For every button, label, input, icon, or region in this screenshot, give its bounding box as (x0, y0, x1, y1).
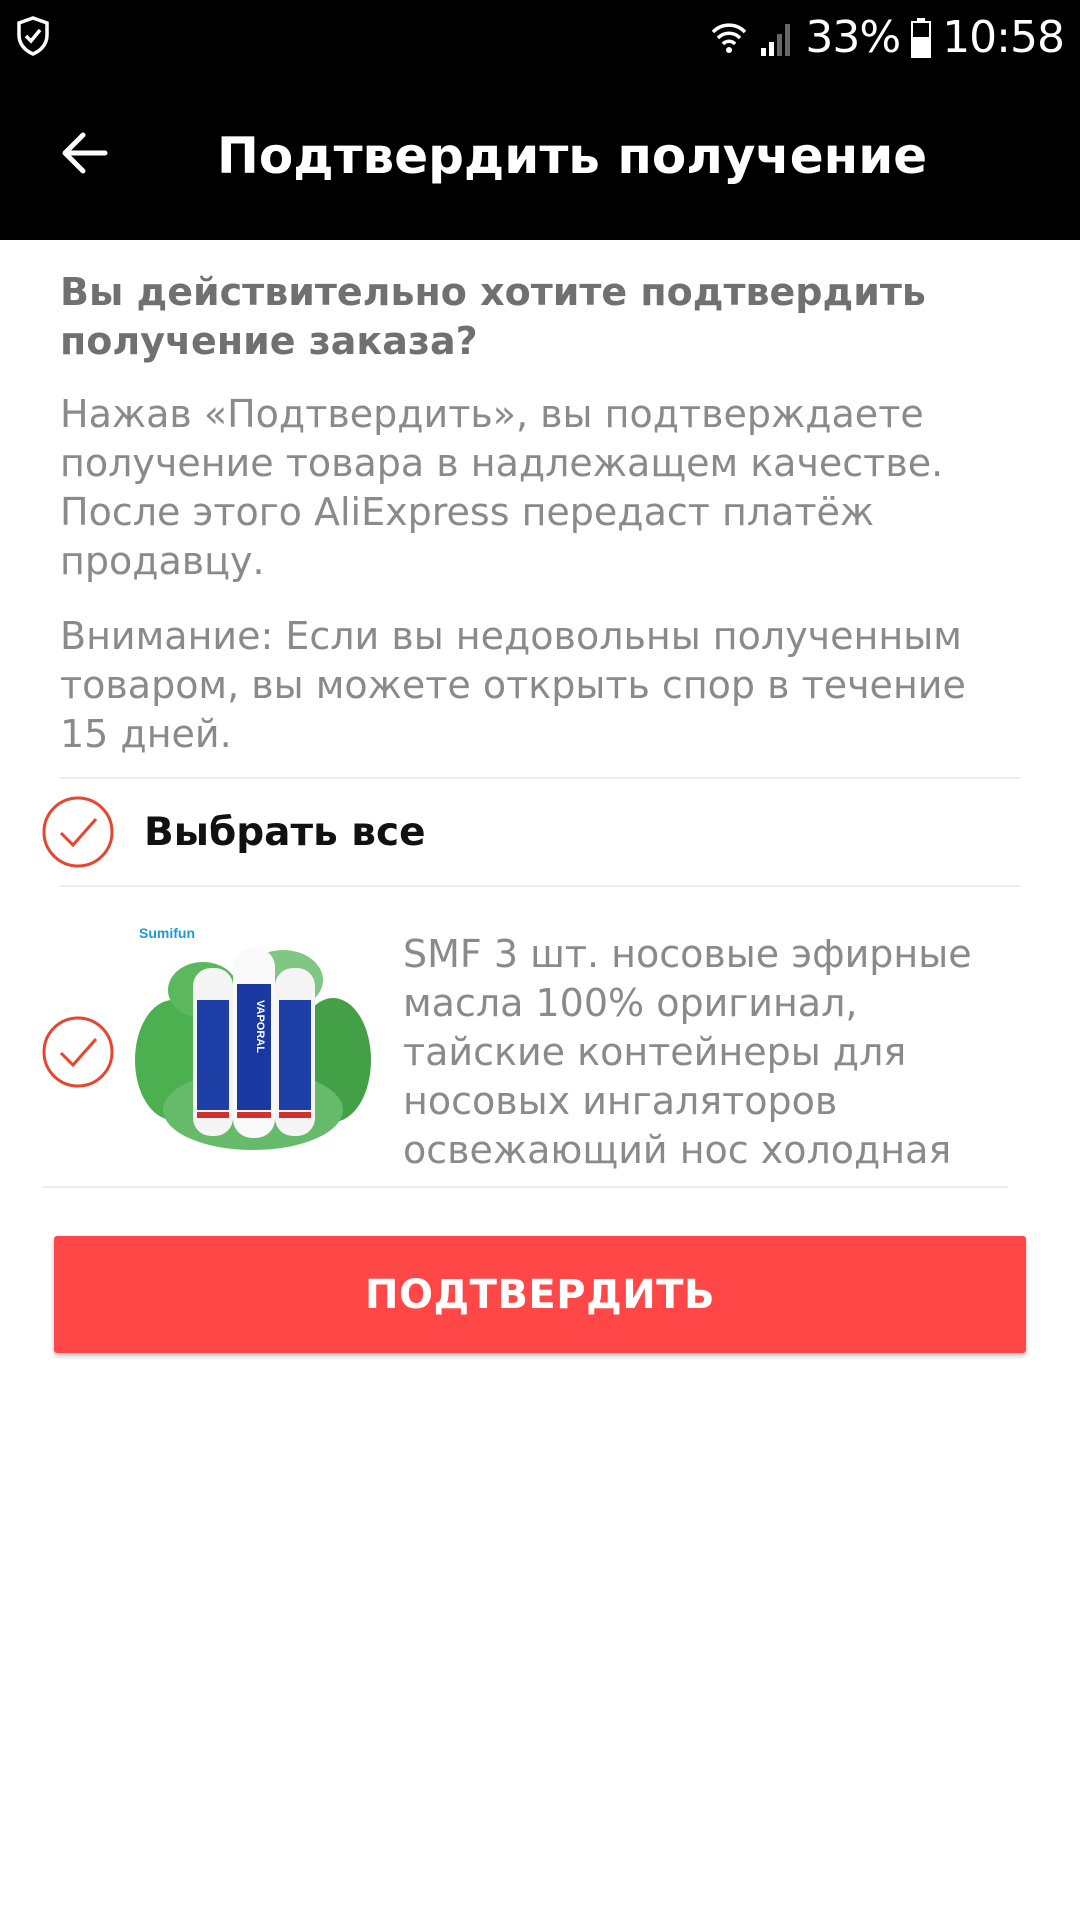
dialog-heading: Вы действительно хотите подтвердить полу… (60, 270, 926, 363)
dialog-warning: Внимание: Если вы недовольны полученным … (60, 614, 966, 756)
confirm-button[interactable]: ПОДТВЕРДИТЬ (54, 1236, 1026, 1353)
product-title[interactable]: SMF 3 шт. носовые эфирные масла 100% ори… (403, 930, 1003, 1175)
select-all-label[interactable]: Выбрать все (144, 810, 426, 855)
clock: 10:58 (942, 12, 1065, 63)
arrow-left-icon (62, 132, 108, 174)
status-bar: 33% 10:58 (0, 0, 1080, 75)
signal-icon (761, 23, 791, 56)
shield-icon (17, 16, 49, 56)
divider (43, 1186, 1008, 1188)
battery-percentage: 33% (805, 12, 901, 63)
dialog-description: Нажав «Подтвердить», вы подтверждаете по… (60, 392, 944, 583)
divider (60, 885, 1020, 887)
select-all-checkbox[interactable] (41, 795, 115, 869)
divider (60, 777, 1020, 779)
back-button[interactable] (44, 113, 124, 193)
product-image[interactable]: Sumifun VAPORAL (133, 920, 373, 1160)
product-checkbox[interactable] (41, 1015, 115, 1089)
app-bar: Подтвердить получение (0, 75, 1080, 240)
product-image-brand: Sumifun (139, 925, 195, 941)
page-title: Подтвердить получение (217, 127, 928, 185)
wifi-icon (712, 22, 747, 53)
product-image-label: VAPORAL (254, 1000, 266, 1053)
battery-icon (911, 17, 932, 58)
